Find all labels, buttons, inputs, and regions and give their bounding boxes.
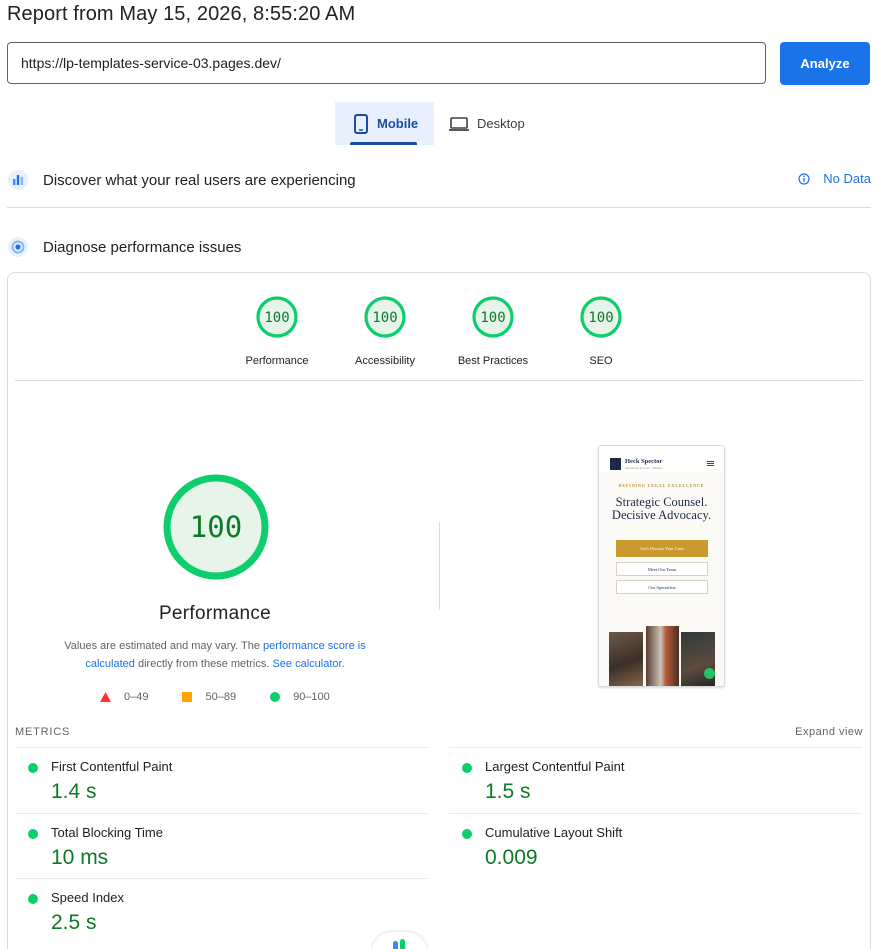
metric-lcp: Largest Contentful Paint 1.5 s xyxy=(449,747,862,813)
gauge-score: 100 xyxy=(264,310,289,326)
ss-photos xyxy=(609,626,715,686)
score-ring: 100 xyxy=(580,296,622,338)
legend-pass: 90–100 xyxy=(270,691,330,703)
metric-value: 1.4 s xyxy=(51,780,97,803)
pass-dot-icon xyxy=(462,763,472,773)
tab-desktop-label: Desktop xyxy=(477,116,525,131)
vertical-divider xyxy=(439,522,440,610)
metric-fcp: First Contentful Paint 1.4 s xyxy=(15,747,428,813)
diagnose-title: Diagnose performance issues xyxy=(43,238,242,256)
gauges-divider xyxy=(15,380,863,381)
tab-mobile[interactable]: Mobile xyxy=(335,102,434,145)
green-circle-icon xyxy=(270,692,281,702)
hamburger-menu-icon xyxy=(707,461,714,466)
no-data-label: No Data xyxy=(823,171,871,186)
ss-team-button: Meet Our Team xyxy=(616,562,708,576)
gauge-score: 100 xyxy=(480,310,505,326)
ss-photo xyxy=(646,626,679,686)
url-input[interactable] xyxy=(7,42,766,84)
gauge-score: 100 xyxy=(588,310,613,326)
pass-dot-icon xyxy=(462,829,472,839)
ss-primary-button: Let's Discuss Your Case xyxy=(616,540,708,557)
performance-score-gauge: 100 xyxy=(163,474,269,580)
laptop-icon xyxy=(449,116,469,132)
gauge-best-practices[interactable]: 100 Best Practices xyxy=(439,295,547,367)
metric-name: Largest Contentful Paint xyxy=(485,759,625,774)
legend-average: 50–89 xyxy=(182,691,236,703)
users-chart-icon xyxy=(7,169,29,191)
note-text: Values are estimated and may vary. The xyxy=(64,640,263,652)
red-triangle-icon xyxy=(100,692,111,702)
legend-range: 90–100 xyxy=(293,691,330,703)
tab-desktop[interactable]: Desktop xyxy=(434,102,544,145)
score-legend: 0–49 50–89 90–100 xyxy=(100,691,364,703)
metric-name: First Contentful Paint xyxy=(51,759,173,774)
performance-note: Values are estimated and may vary. The p… xyxy=(50,637,380,673)
whatsapp-icon xyxy=(704,668,715,679)
pass-dot-icon xyxy=(28,894,38,904)
bars-icon xyxy=(393,939,405,949)
metric-tbt: Total Blocking Time 10 ms xyxy=(15,813,428,879)
pass-dot-icon xyxy=(28,829,38,839)
gauge-accessibility[interactable]: 100 Accessibility xyxy=(331,295,439,367)
see-calculator-link[interactable]: See calculator. xyxy=(272,658,344,670)
ss-photo xyxy=(609,632,643,686)
legend-range: 0–49 xyxy=(124,691,149,703)
metric-name: Cumulative Layout Shift xyxy=(485,825,623,840)
page-screenshot[interactable]: Heck Spector Attorneys at Law · Jakarta … xyxy=(598,445,725,687)
lab-gauge-icon xyxy=(7,236,29,258)
ss-brand-sub: Attorneys at Law · Jakarta xyxy=(625,466,663,470)
metric-name: Speed Index xyxy=(51,890,125,905)
report-title: Report from May 15, 2026, 8:55:20 AM xyxy=(7,3,356,25)
info-icon xyxy=(798,172,810,185)
ss-specialists-button: Our Specialists xyxy=(616,580,708,594)
smartphone-icon xyxy=(353,113,369,134)
crux-section: Discover what your real users are experi… xyxy=(7,168,871,192)
legend-range: 50–89 xyxy=(205,691,237,703)
performance-label: Performance xyxy=(158,603,272,624)
ss-headline: Strategic Counsel. Decisive Advocacy. xyxy=(599,496,724,522)
no-data-link[interactable]: No Data xyxy=(798,171,871,186)
gauge-label: Performance xyxy=(245,355,309,367)
metric-cls: Cumulative Layout Shift 0.009 xyxy=(449,813,862,879)
diagnose-section: Diagnose performance issues xyxy=(7,235,871,259)
legend-fail: 0–49 xyxy=(100,691,148,703)
orange-square-icon xyxy=(182,692,193,702)
lighthouse-report-card: 100 Performance 100 Accessibility 100 Be… xyxy=(7,272,871,949)
gauge-label: Best Practices xyxy=(457,355,529,367)
gauge-performance[interactable]: 100 Performance xyxy=(223,295,331,367)
ss-headline-line: Decisive Advocacy. xyxy=(611,508,712,522)
gauge-label: SEO xyxy=(589,355,613,367)
section-divider xyxy=(7,207,871,208)
ss-brand: Heck Spector xyxy=(625,458,663,465)
expand-view-toggle[interactable]: Expand view xyxy=(795,726,863,738)
metric-value: 2.5 s xyxy=(51,911,97,934)
metric-value: 0.009 xyxy=(485,846,538,869)
analyze-button[interactable]: Analyze xyxy=(780,42,870,85)
ss-kicker: DEFINING LEGAL EXCELLENCE xyxy=(618,483,705,488)
metric-value: 1.5 s xyxy=(485,780,531,803)
gauge-seo[interactable]: 100 SEO xyxy=(547,295,655,367)
tab-mobile-label: Mobile xyxy=(377,116,419,131)
note-text: directly from these metrics. xyxy=(134,658,273,670)
metrics-heading: METRICS xyxy=(15,726,71,738)
gauge-label: Accessibility xyxy=(355,355,415,367)
ss-header: Heck Spector Attorneys at Law · Jakarta xyxy=(599,446,724,472)
score-ring: 100 xyxy=(472,296,514,338)
crux-title: Discover what your real users are experi… xyxy=(43,171,356,189)
metric-value: 10 ms xyxy=(51,846,109,869)
gauge-score: 100 xyxy=(372,310,397,326)
metric-name: Total Blocking Time xyxy=(51,825,163,840)
ss-logo xyxy=(610,458,621,470)
score-ring: 100 xyxy=(364,296,406,338)
floating-feedback-button[interactable] xyxy=(372,932,427,949)
performance-score: 100 xyxy=(190,510,242,544)
metric-si: Speed Index 2.5 s xyxy=(15,878,428,944)
pass-dot-icon xyxy=(28,763,38,773)
score-ring: 100 xyxy=(256,296,298,338)
